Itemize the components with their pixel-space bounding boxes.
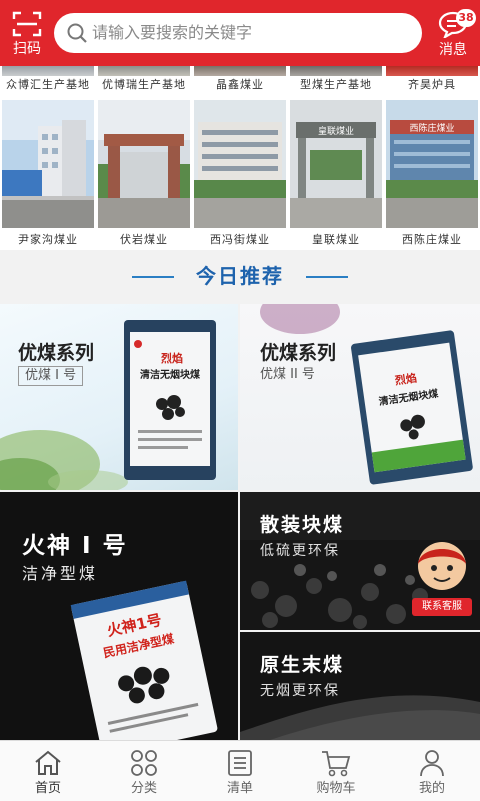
home-icon bbox=[35, 750, 61, 775]
supplier-name: 伏岩煤业 bbox=[120, 233, 168, 246]
product-title: 火神 I 号 bbox=[22, 533, 128, 559]
supplier-photo bbox=[386, 66, 478, 76]
scan-label: 扫码 bbox=[13, 41, 41, 57]
coal-bag-image: 烈焰 清洁无烟块煤 bbox=[351, 330, 473, 485]
tab-label: 我的 bbox=[418, 781, 445, 796]
supplier-item-huanglian[interactable]: 皇联煤业 皇联煤业 bbox=[290, 100, 382, 249]
coal-bag-image: 烈焰 清洁无烟块煤 bbox=[124, 320, 216, 480]
supplier-item[interactable]: 众博汇生产基地 bbox=[2, 66, 94, 94]
product-title: 散装块煤 bbox=[260, 514, 345, 536]
product-title: 优煤系列 bbox=[260, 342, 337, 364]
supplier-name: 众博汇生产基地 bbox=[6, 78, 90, 91]
supplier-photo bbox=[98, 66, 190, 76]
bottom-tab-bar: 首页 分类 清单 购物车 我的 bbox=[0, 740, 480, 801]
tab-category[interactable]: 分类 bbox=[96, 741, 192, 801]
tab-label: 分类 bbox=[130, 781, 157, 796]
message-label: 消息 bbox=[439, 42, 467, 58]
title-line-right bbox=[306, 276, 348, 278]
product-card-huoshen[interactable]: 火神 I 号 洁净型煤 火神1号 民用洁净型煤 bbox=[0, 492, 238, 740]
supplier-photo bbox=[2, 66, 94, 76]
mascot-icon bbox=[418, 542, 466, 590]
tab-label: 首页 bbox=[34, 781, 61, 796]
supplier-name: 晶鑫煤业 bbox=[216, 78, 264, 91]
supplier-photo: 西陈庄煤业 bbox=[386, 100, 478, 228]
tab-profile[interactable]: 我的 bbox=[384, 741, 480, 801]
product-card-youmei-1[interactable]: 优煤系列 优煤 I 号 烈焰 清洁无烟块煤 bbox=[0, 304, 238, 490]
product-subtitle: 无烟更环保 bbox=[260, 683, 340, 699]
recommend-title: 今日推荐 bbox=[196, 264, 284, 288]
tab-cart[interactable]: 购物车 bbox=[288, 741, 384, 801]
supplier-photo bbox=[194, 66, 286, 76]
tab-label: 清单 bbox=[226, 781, 253, 796]
purple-flower-decoration bbox=[260, 304, 340, 334]
supplier-item-xifengjie[interactable]: 西冯街煤业 bbox=[194, 100, 286, 249]
tab-home[interactable]: 首页 bbox=[0, 741, 96, 801]
product-card-youmei-2[interactable]: 优煤系列 优煤 II 号 烈焰 清洁无烟块煤 bbox=[240, 304, 480, 490]
search-icon bbox=[67, 23, 87, 43]
gate-sign-text: 皇联煤业 bbox=[318, 125, 354, 137]
tab-list[interactable]: 清单 bbox=[192, 741, 288, 801]
category-icon bbox=[131, 750, 157, 776]
bag-product-name: 清洁无烟块煤 bbox=[140, 368, 200, 381]
message-button[interactable]: 38 消息 bbox=[428, 6, 478, 62]
message-count-badge: 38 bbox=[456, 9, 476, 27]
supplier-photo bbox=[194, 100, 286, 228]
product-card-powder-coal[interactable]: 原生末煤 无烟更环保 bbox=[240, 632, 480, 740]
supplier-item-xichenzhuang[interactable]: 西陈庄煤业 西陈庄煤业 bbox=[386, 100, 478, 249]
green-leaf-decoration bbox=[0, 430, 128, 490]
supplier-photo: 皇联煤业 bbox=[290, 100, 382, 228]
product-card-bulk-coal[interactable]: 散装块煤 低硫更环保 联系客服 bbox=[240, 492, 480, 630]
list-icon bbox=[228, 750, 252, 776]
supplier-item[interactable]: 优博瑞生产基地 bbox=[98, 66, 190, 94]
scan-button[interactable]: 扫码 bbox=[4, 6, 50, 62]
product-title: 原生末煤 bbox=[260, 654, 345, 676]
product-subtitle: 低硫更环保 bbox=[260, 543, 340, 559]
supplier-photo bbox=[98, 100, 190, 228]
supplier-name: 尹家沟煤业 bbox=[18, 233, 78, 246]
supplier-item-fuyan[interactable]: 伏岩煤业 bbox=[98, 100, 190, 249]
user-icon bbox=[420, 750, 444, 777]
supplier-grid: 众博汇生产基地 优博瑞生产基地 晶鑫煤业 型煤生产基地 齐昊炉具 尹家沟煤业 伏… bbox=[0, 66, 480, 250]
coal-bag-image: 火神1号 民用洁净型煤 bbox=[70, 580, 218, 740]
supplier-photo bbox=[2, 100, 94, 228]
product-subtitle: 优煤 II 号 bbox=[260, 367, 315, 382]
top-header: 扫码 请输入要搜索的关键字 38 消息 bbox=[0, 0, 480, 66]
supplier-item-yinjiagou[interactable]: 尹家沟煤业 bbox=[2, 100, 94, 249]
building-sign-text: 西陈庄煤业 bbox=[409, 122, 454, 134]
supplier-item[interactable]: 型煤生产基地 bbox=[290, 66, 382, 94]
supplier-item[interactable]: 晶鑫煤业 bbox=[194, 66, 286, 94]
supplier-name: 皇联煤业 bbox=[312, 233, 360, 246]
supplier-name: 西陈庄煤业 bbox=[402, 233, 462, 246]
supplier-item[interactable]: 齐昊炉具 bbox=[386, 66, 478, 94]
search-placeholder[interactable]: 请输入要搜索的关键字 bbox=[92, 13, 252, 53]
customer-service-label[interactable]: 联系客服 bbox=[412, 598, 472, 616]
bag-brand: 烈焰 bbox=[161, 351, 183, 365]
recommend-section-header: 今日推荐 bbox=[0, 250, 480, 304]
search-bar[interactable]: 请输入要搜索的关键字 bbox=[54, 13, 422, 53]
cart-icon bbox=[322, 751, 351, 777]
product-subtitle: 优煤 I 号 bbox=[18, 366, 84, 386]
supplier-photo bbox=[290, 66, 382, 76]
tab-label: 购物车 bbox=[316, 781, 356, 796]
supplier-name: 型煤生产基地 bbox=[300, 78, 372, 91]
customer-service-button[interactable]: 联系客服 bbox=[410, 536, 474, 622]
supplier-name: 齐昊炉具 bbox=[408, 78, 456, 91]
supplier-name: 优博瑞生产基地 bbox=[102, 78, 186, 91]
supplier-name: 西冯街煤业 bbox=[210, 233, 270, 246]
product-title: 优煤系列 bbox=[18, 342, 95, 364]
scan-icon bbox=[12, 11, 42, 37]
